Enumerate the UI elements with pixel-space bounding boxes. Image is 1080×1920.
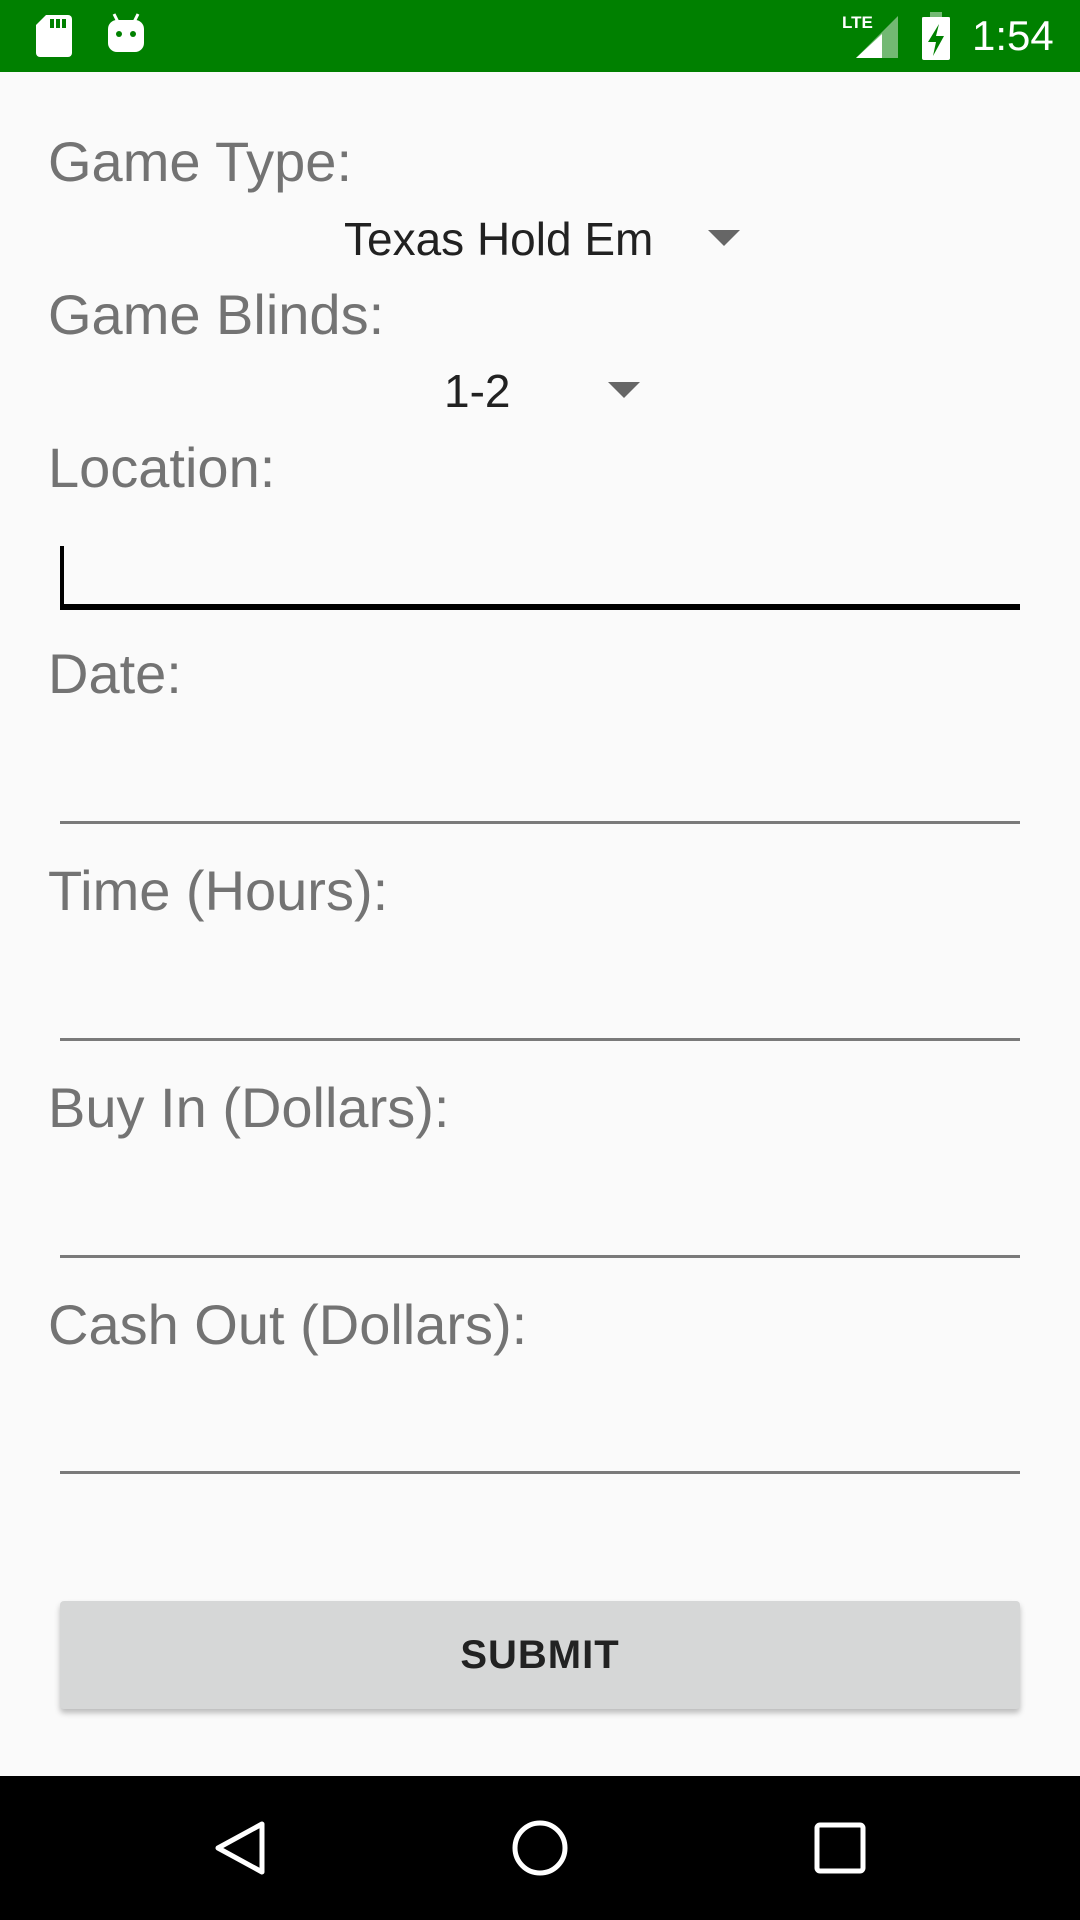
text-cursor	[60, 546, 64, 604]
date-label: Date:	[48, 642, 182, 705]
submit-button[interactable]: SUBMIT	[60, 1601, 1020, 1709]
back-icon[interactable]	[210, 1818, 270, 1878]
battery-charging-icon	[922, 12, 950, 60]
svg-text:LTE: LTE	[842, 13, 873, 32]
sd-card-icon	[36, 15, 72, 57]
date-underline	[60, 821, 1020, 824]
game-blinds-dropdown-icon	[608, 382, 640, 398]
recents-icon[interactable]	[810, 1818, 870, 1878]
lte-signal-icon: LTE	[842, 13, 898, 58]
buy-in-label: Buy In (Dollars):	[48, 1076, 450, 1139]
home-icon[interactable]	[510, 1818, 570, 1878]
location-input[interactable]	[60, 520, 1020, 610]
cash-out-underline	[60, 1471, 1020, 1474]
cash-out-label: Cash Out (Dollars):	[48, 1293, 528, 1356]
time-hours-underline	[60, 1038, 1020, 1041]
time-hours-label: Time (Hours):	[48, 859, 389, 922]
game-type-spinner[interactable]: Texas Hold Em	[340, 204, 750, 274]
navigation-bar	[0, 1776, 1080, 1920]
game-type-selected: Texas Hold Em	[344, 213, 654, 265]
cash-out-input[interactable]	[60, 1384, 1020, 1474]
location-label: Location:	[48, 436, 276, 499]
game-type-label: Game Type:	[48, 130, 353, 193]
location-underline	[60, 604, 1020, 610]
android-icon	[108, 13, 144, 52]
game-blinds-label: Game Blinds:	[48, 283, 385, 346]
game-type-dropdown-icon	[708, 230, 740, 246]
buy-in-input[interactable]	[60, 1168, 1020, 1258]
time-hours-input[interactable]	[60, 951, 1020, 1041]
game-blinds-spinner[interactable]: 1-2	[440, 356, 650, 426]
buy-in-underline	[60, 1255, 1020, 1258]
game-blinds-selected: 1-2	[444, 365, 511, 417]
status-bar: LTE 1:54	[0, 0, 1080, 72]
date-input[interactable]	[60, 734, 1020, 824]
status-clock: 1:54	[972, 12, 1054, 59]
